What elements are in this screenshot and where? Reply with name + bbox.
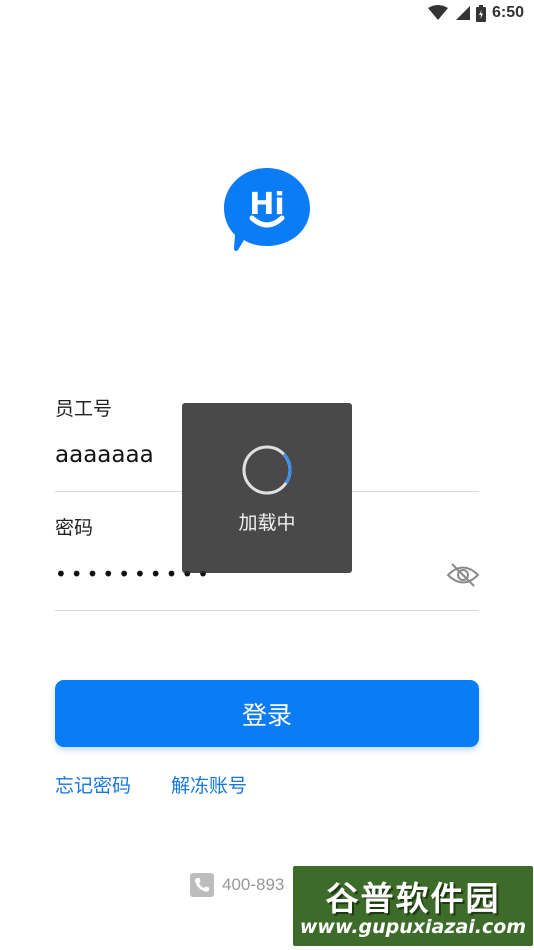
app-logo: Hi: [222, 166, 312, 252]
password-divider: [55, 610, 479, 611]
forgot-password-link[interactable]: 忘记密码: [55, 771, 131, 798]
loading-spinner-icon: [242, 445, 292, 495]
signal-icon: [455, 6, 470, 20]
smile-chat-bubble-icon: Hi: [224, 168, 310, 252]
watermark-url: www.gupuxiazai.com: [299, 916, 527, 938]
loading-dialog: 加载中: [182, 403, 352, 573]
watermark-title: 谷普软件园: [325, 879, 501, 918]
status-icons: 6:50: [427, 4, 524, 22]
password-label: 密码: [55, 517, 94, 539]
eye-off-icon: [446, 563, 480, 587]
loading-text: 加载中: [238, 512, 296, 534]
watermark: 谷普软件园 www.gupuxiazai.com: [293, 866, 533, 946]
unfreeze-account-link[interactable]: 解冻账号: [171, 771, 247, 798]
logo-text: Hi: [249, 187, 284, 222]
login-button[interactable]: 登录: [55, 680, 479, 747]
wifi-icon: [427, 5, 448, 20]
employee-id-input[interactable]: aaaaaaa: [55, 442, 154, 468]
employee-id-label: 员工号: [55, 398, 113, 420]
battery-icon: [475, 4, 486, 22]
password-visibility-toggle[interactable]: [446, 562, 480, 588]
phone-icon: [190, 873, 214, 897]
support-phone[interactable]: 400-893: [190, 873, 284, 897]
status-time: 6:50: [491, 4, 524, 21]
status-bar: 6:50: [0, 0, 534, 28]
phone-number: 400-893: [222, 875, 285, 894]
